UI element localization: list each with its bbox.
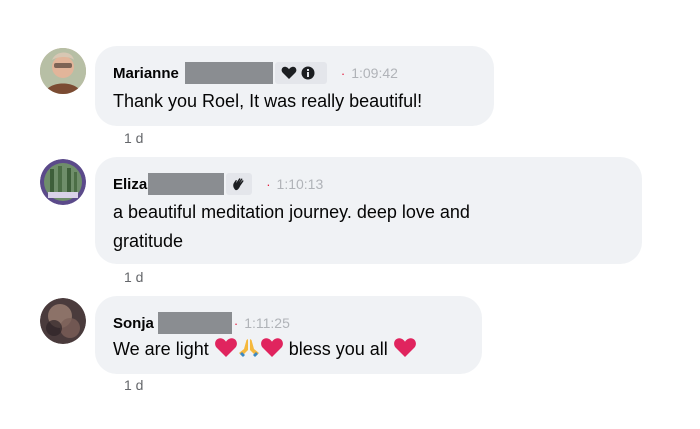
profile-badge[interactable] — [274, 62, 327, 84]
comment-age[interactable]: 1 d — [124, 269, 143, 285]
comment-text-line: gratitude — [113, 231, 184, 251]
redacted-surname — [157, 312, 232, 334]
comment-age[interactable]: 1 d — [124, 377, 143, 393]
waving-hand-icon — [233, 178, 244, 191]
timestamp-dot: · — [340, 65, 346, 81]
video-timestamp[interactable]: 1:11:25 — [244, 315, 290, 331]
avatar-photo — [40, 159, 86, 205]
avatar[interactable] — [40, 298, 86, 344]
folded-hands-icon — [238, 339, 259, 357]
comment-text: Thank you Roel, It was really beautiful! — [113, 91, 423, 111]
redacted-surname — [148, 173, 225, 195]
avatar[interactable] — [40, 48, 86, 94]
avatar-photo — [40, 298, 86, 344]
timestamp-dot: · — [233, 315, 239, 331]
comment-bubble: Sonja · 1:11:25 We are light bless you a… — [95, 296, 482, 374]
redacted-surname — [184, 62, 273, 84]
comment-bubble: Marianne · 1:09:42 Thank you Roel, It wa… — [95, 46, 494, 126]
comment-text-part: We are light — [113, 339, 209, 359]
profile-badge[interactable] — [226, 173, 253, 195]
avatar[interactable] — [40, 159, 86, 205]
info-icon — [301, 66, 315, 80]
comment-text: a beautiful meditation journey. deep lov… — [113, 198, 470, 256]
comment-text: We are light bless you all — [113, 335, 417, 364]
avatar-photo — [40, 48, 86, 94]
heart-icon — [281, 66, 297, 79]
video-timestamp[interactable]: 1:10:13 — [277, 176, 324, 192]
red-heart-icon — [214, 338, 237, 357]
comment-age[interactable]: 1 d — [124, 130, 143, 146]
comment-bubble: Eliza · 1:10:13 a beautiful meditation j… — [95, 157, 642, 264]
author-name[interactable]: Eliza — [113, 176, 147, 193]
author-name[interactable]: Marianne — [113, 65, 179, 82]
comment-text-line: a beautiful meditation journey. deep lov… — [113, 202, 470, 222]
author-name[interactable]: Sonja — [113, 315, 154, 332]
timestamp-dot: · — [266, 176, 271, 192]
video-timestamp[interactable]: 1:09:42 — [351, 65, 398, 81]
red-heart-icon — [260, 338, 283, 357]
comment-text-part: bless you all — [288, 339, 388, 359]
red-heart-icon — [393, 338, 416, 357]
